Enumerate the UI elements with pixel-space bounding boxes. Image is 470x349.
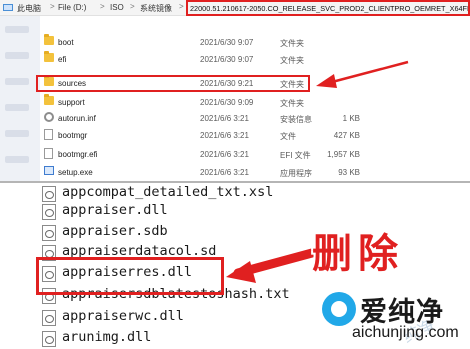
aichunjing-logo-icon [322,292,356,326]
watermark-url: aichunjing.com [352,324,459,341]
watermark: 纯净 爱纯净 aichunjing.com [322,288,470,347]
explorer-top-panel: 此电脑 > File (D:) > ISO > 系统镜像 > 22000.51.… [0,0,470,181]
delete-label: 删除 [312,230,404,277]
top-arrow-annotation [316,60,409,88]
